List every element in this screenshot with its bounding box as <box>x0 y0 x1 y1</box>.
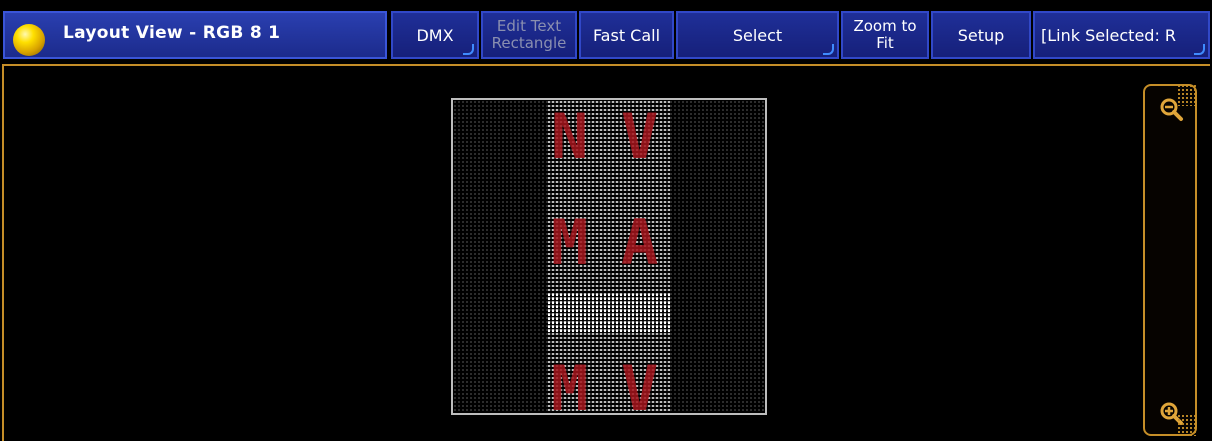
title-bar: Layout View - RGB 8 1 DMX Edit Text Rect… <box>0 0 1212 60</box>
fast-call-label: Fast Call <box>592 25 661 45</box>
grip-dots <box>1177 84 1197 106</box>
fit-label: Fit <box>876 34 894 52</box>
link-selected-label: [Link Selected: R <box>1041 25 1177 45</box>
link-selected-button[interactable]: [Link Selected: R <box>1033 11 1210 59</box>
pixel-letter: N <box>551 100 589 173</box>
corner-indicator <box>1194 44 1205 55</box>
pixel-letter: A <box>621 206 659 279</box>
setup-label: Setup <box>957 25 1005 45</box>
edit-text-rectangle-button[interactable]: Edit Text Rectangle <box>481 11 577 59</box>
layout-canvas[interactable]: N V M A M V <box>451 98 767 415</box>
grip-dots <box>1177 414 1197 436</box>
edit-text-label: Edit Text <box>496 17 562 35</box>
dmx-button[interactable]: DMX <box>391 11 479 59</box>
rectangle-label: Rectangle <box>491 34 567 52</box>
select-label: Select <box>732 25 783 45</box>
fixture-pixel-band <box>547 293 671 333</box>
window-title-pane[interactable]: Layout View - RGB 8 1 <box>3 11 387 59</box>
pixel-letter: M <box>551 352 589 415</box>
zoom-to-fit-button[interactable]: Zoom to Fit <box>841 11 929 59</box>
yellow-orb-icon <box>13 24 45 56</box>
dmx-label: DMX <box>416 25 454 45</box>
zoom-slider[interactable] <box>1143 84 1197 436</box>
select-button[interactable]: Select <box>676 11 839 59</box>
window-title: Layout View - RGB 8 1 <box>63 23 281 43</box>
pixel-letter: M <box>551 206 589 279</box>
pixel-letter: V <box>621 352 659 415</box>
zoom-to-label: Zoom to <box>853 17 917 35</box>
fast-call-button[interactable]: Fast Call <box>579 11 674 59</box>
corner-indicator <box>463 44 474 55</box>
corner-indicator <box>823 44 834 55</box>
pixel-letter: V <box>621 100 659 173</box>
setup-button[interactable]: Setup <box>931 11 1031 59</box>
